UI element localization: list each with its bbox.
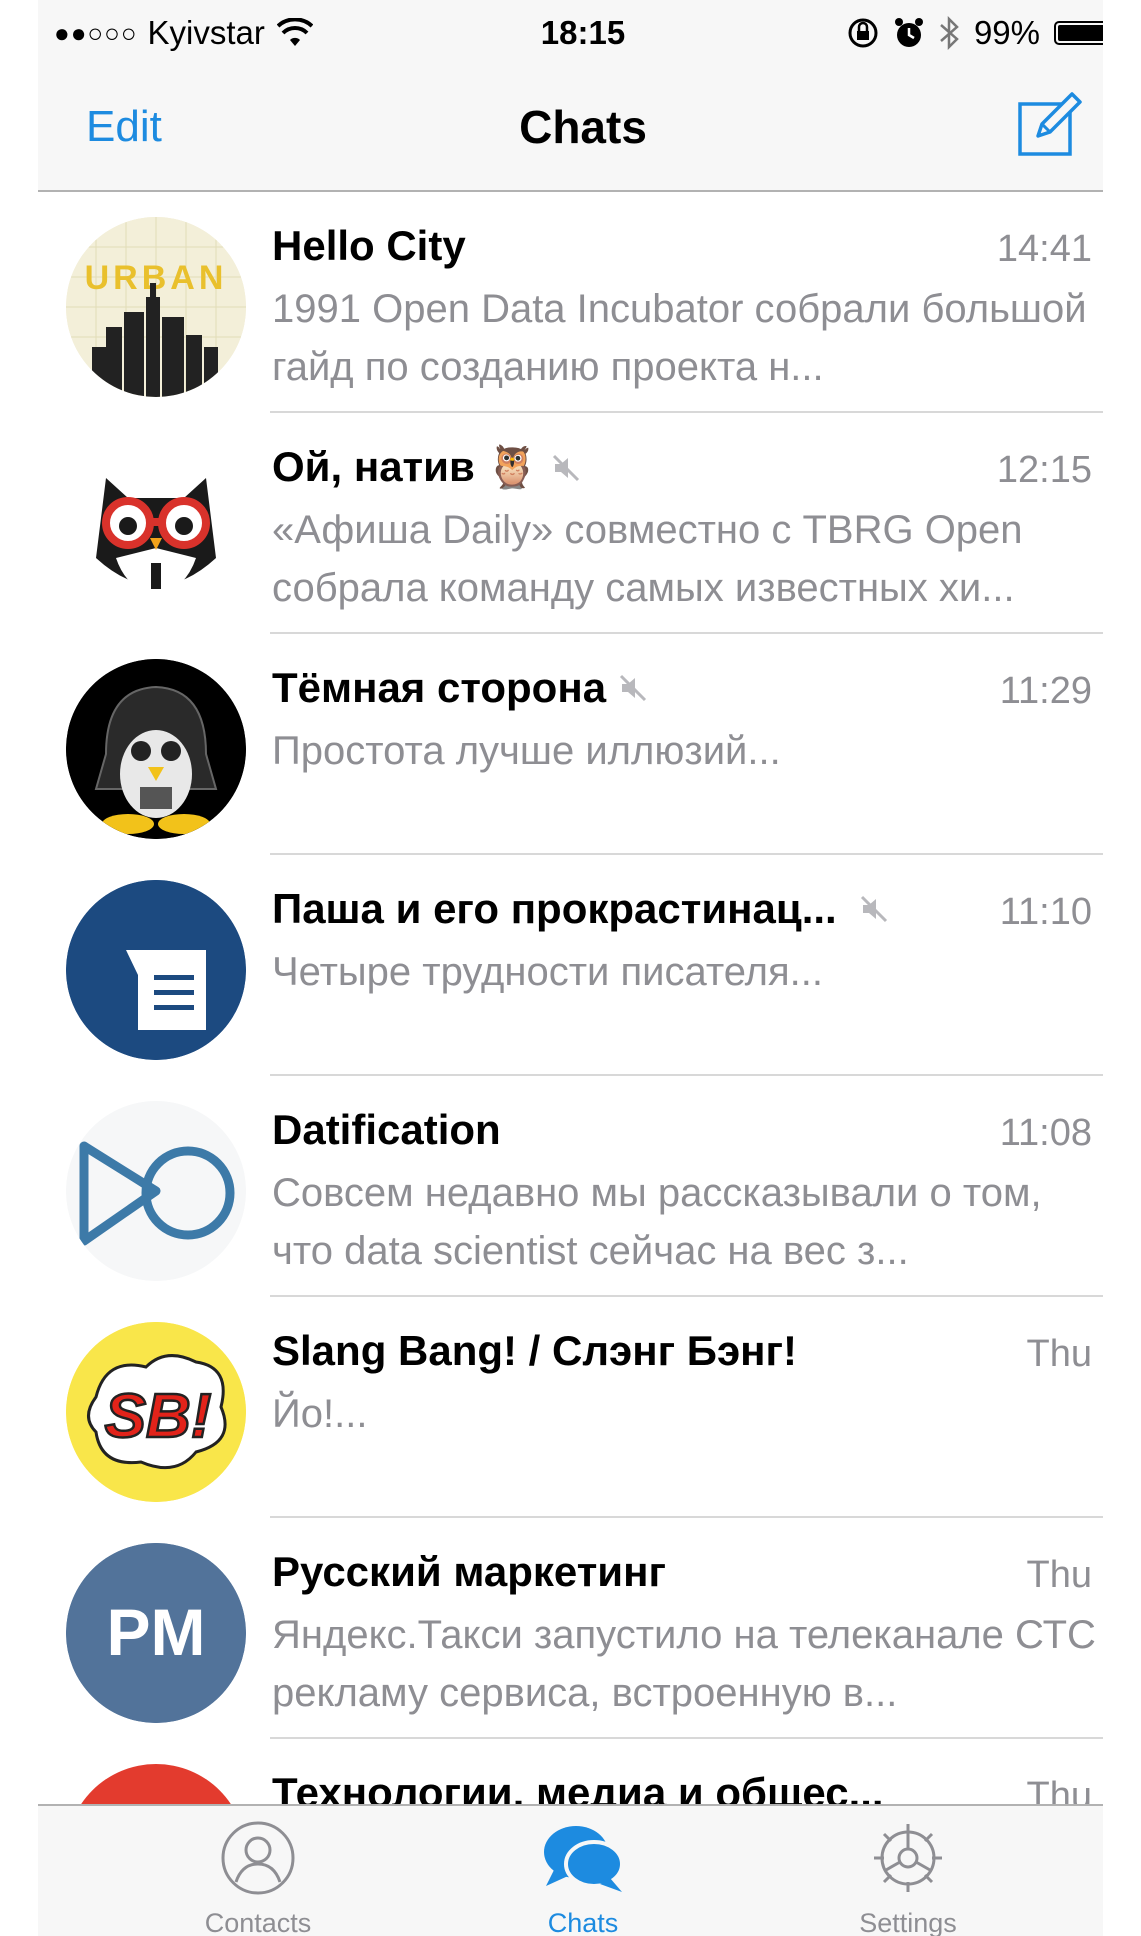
mute-icon bbox=[860, 895, 887, 923]
screen: ●●○○○ Kyivstar 18:15 99% Edit Chats URBA… bbox=[38, 0, 1128, 1936]
chat-preview: Четыре трудности писателя... bbox=[272, 950, 823, 994]
datification-logo-icon bbox=[66, 1101, 246, 1281]
settings-icon bbox=[874, 1824, 942, 1892]
avatar: URBAN bbox=[66, 217, 246, 397]
chat-time: 14:41 bbox=[996, 228, 1092, 270]
tab-label: Contacts bbox=[204, 1908, 312, 1936]
message-lines-icon bbox=[66, 880, 246, 1060]
owl-glasses-icon bbox=[96, 478, 216, 598]
tab-bar: Contacts Chats Settings bbox=[38, 1804, 1128, 1936]
bluetooth-icon bbox=[940, 15, 959, 51]
chat-time: 11:10 bbox=[999, 891, 1092, 933]
status-bar: ●●○○○ Kyivstar 18:15 99% bbox=[38, 0, 1128, 72]
vader-penguin-icon bbox=[66, 659, 246, 839]
left-gutter bbox=[0, 0, 38, 1936]
chat-name: Hello City bbox=[272, 222, 466, 269]
navigation-bar: Edit Chats bbox=[38, 72, 1128, 192]
chat-row-oy-nativ[interactable]: Ой, натив 🦉 12:15 «Афиша Daily» совместн… bbox=[38, 413, 1128, 634]
contacts-icon bbox=[221, 1821, 295, 1895]
page-title: Chats bbox=[519, 101, 647, 153]
chat-time: 12:15 bbox=[996, 449, 1092, 491]
chat-preview: Простота лучше иллюзий... bbox=[272, 729, 781, 773]
chat-name: Паша и его прокрастинац... bbox=[272, 885, 889, 933]
chat-row-pasha[interactable]: Паша и его прокрастинац... 11:10 Четыре … bbox=[38, 855, 1128, 1076]
chat-row-hello-city[interactable]: URBAN Hello City 14:41 1991 Open Data In… bbox=[38, 192, 1128, 413]
status-right: 99% bbox=[846, 14, 1119, 52]
avatar: SB! bbox=[66, 1322, 246, 1502]
chat-row-temnaya-storona[interactable]: Тёмная сторона 11:29 Простота лучше иллю… bbox=[38, 634, 1128, 855]
slang-bang-logo-icon: SB! bbox=[66, 1322, 246, 1502]
chat-list: URBAN Hello City 14:41 1991 Open Data In… bbox=[38, 192, 1128, 1936]
svg-text:SB!: SB! bbox=[105, 1382, 212, 1451]
chat-row-datification[interactable]: Datification 11:08 Совсем недавно мы рас… bbox=[38, 1076, 1128, 1297]
chat-preview: Йо!... bbox=[272, 1392, 368, 1436]
chat-row-russkiy-marketing[interactable]: PM Русский маркетинг Thu Яндекс.Такси за… bbox=[38, 1518, 1128, 1739]
tab-label: Settings bbox=[859, 1908, 957, 1936]
chats-icon bbox=[544, 1826, 624, 1892]
chat-preview: Яндекс.Такси запустило на телеканале СТС… bbox=[272, 1613, 1096, 1715]
tab-label: Chats bbox=[547, 1908, 619, 1936]
chat-preview: Совсем недавно мы рассказывали о том, чт… bbox=[272, 1171, 1042, 1273]
chat-row-slang-bang[interactable]: SB! Slang Bang! / Слэнг Бэнг! Thu Йо!... bbox=[38, 1297, 1128, 1518]
battery-percent: 99% bbox=[973, 14, 1040, 51]
chat-name: Datification bbox=[272, 1106, 501, 1153]
chat-name: Slang Bang! / Слэнг Бэнг! bbox=[272, 1327, 797, 1374]
avatar bbox=[66, 1101, 246, 1281]
tab-chats[interactable]: Chats bbox=[463, 1806, 703, 1936]
avatar bbox=[66, 659, 246, 839]
orientation-lock-icon bbox=[848, 18, 878, 48]
avatar bbox=[66, 438, 246, 618]
avatar bbox=[66, 880, 246, 1060]
chat-preview: «Афиша Daily» совместно с TBRG Open собр… bbox=[272, 508, 1023, 610]
tab-contacts[interactable]: Contacts bbox=[138, 1806, 378, 1936]
city-skyline-icon: URBAN bbox=[66, 217, 246, 397]
chat-time: Thu bbox=[1026, 1333, 1092, 1375]
chat-time: Thu bbox=[1026, 1554, 1092, 1596]
chat-name: Русский маркетинг bbox=[272, 1548, 666, 1595]
avatar: PM bbox=[66, 1543, 246, 1723]
compose-icon[interactable] bbox=[1014, 90, 1084, 160]
mute-icon bbox=[552, 454, 579, 481]
alarm-icon bbox=[894, 18, 923, 47]
svg-text:PM: PM bbox=[107, 1595, 206, 1669]
pm-logo-icon: PM bbox=[66, 1543, 246, 1723]
chat-time: 11:29 bbox=[999, 670, 1092, 712]
right-gutter bbox=[1103, 0, 1141, 1936]
chat-preview: 1991 Open Data Incubator собрали большой… bbox=[272, 287, 1087, 389]
chat-name: Ой, натив 🦉 bbox=[272, 443, 581, 492]
chat-name: Тёмная сторона bbox=[272, 664, 648, 712]
chat-time: 11:08 bbox=[999, 1112, 1092, 1154]
mute-icon bbox=[620, 674, 647, 702]
tab-settings[interactable]: Settings bbox=[788, 1806, 1028, 1936]
